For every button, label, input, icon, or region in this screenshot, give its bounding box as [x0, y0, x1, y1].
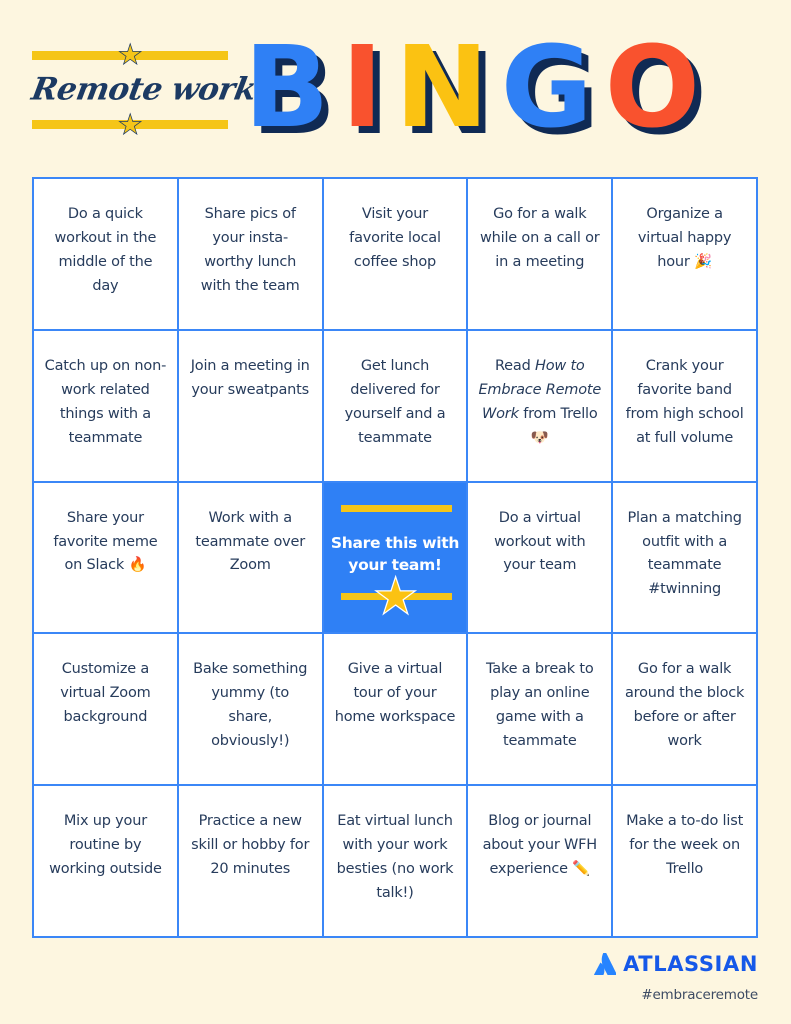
- bingo-cell-r4-c5[interactable]: Go for a walk around the block before or…: [613, 634, 756, 785]
- star-icon-free-space: ★: [374, 570, 418, 623]
- bingo-cell-r2-c4[interactable]: Read How to Embrace Remote Work from Tre…: [468, 330, 612, 481]
- bingo-cell-text: Practice a new skill or hobby for 20 min…: [191, 813, 310, 878]
- bingo-cell-r4-c1[interactable]: Customize a virtual Zoom background: [34, 634, 177, 785]
- bingo-cell-text: Share your favorite meme on Slack 🔥: [53, 509, 158, 574]
- atlassian-wordmark: ATLASSIAN: [623, 952, 758, 976]
- hashtag-label: #embraceremote: [641, 987, 758, 1003]
- bingo-cell-text: Visit your favorite local coffee shop: [349, 206, 441, 270]
- bingo-letter-i: I: [341, 23, 383, 153]
- bingo-letter-n: N: [395, 23, 489, 153]
- bingo-cell-r5-c4[interactable]: Blog or journal about your WFH experienc…: [468, 786, 612, 936]
- bingo-cell-text: Customize a virtual Zoom background: [60, 661, 151, 726]
- bingo-letter-o: O: [604, 23, 700, 153]
- bingo-cell-text: Crank your favorite band from high schoo…: [625, 357, 744, 446]
- bingo-cell-text: Catch up on non-work related things with…: [44, 357, 167, 446]
- bingo-cell-r3-c2[interactable]: Work with a teammate over Zoom: [178, 482, 322, 633]
- bingo-cell-text: Make a to-do list for the week on Trello: [626, 813, 744, 878]
- bingo-cell-text: Get lunch delivered for yourself and a t…: [344, 357, 446, 446]
- bingo-cell-r3-c4[interactable]: Do a virtual workout with your team: [468, 482, 612, 633]
- bingo-wordmark: B I N G O: [244, 23, 700, 153]
- bingo-cell-text: Blog or journal about your WFH experienc…: [482, 813, 598, 878]
- bingo-cell-text: Mix up your routine by working outside: [49, 813, 162, 878]
- bingo-cell-r4-c4[interactable]: Take a break to play an online game with…: [468, 634, 612, 785]
- page-header: ★ ★ Remote work B I N G O: [0, 0, 791, 170]
- bingo-cell-r1-c4[interactable]: Go for a walk while on a call or in a me…: [468, 179, 612, 329]
- bingo-cell-free-space[interactable]: Share this with your team! ★: [323, 482, 467, 633]
- bingo-cell-r1-c1[interactable]: Do a quick workout in the middle of the …: [34, 179, 177, 329]
- atlassian-logo: ATLASSIAN: [498, 952, 758, 976]
- bingo-cell-text: Work with a teammate over Zoom: [195, 509, 305, 574]
- bingo-grid: Do a quick workout in the middle of the …: [32, 177, 758, 938]
- bingo-cell-r2-c3[interactable]: Get lunch delivered for yourself and a t…: [323, 330, 467, 481]
- bingo-cell-text: Join a meeting in your sweatpants: [190, 357, 310, 398]
- bingo-cell-text: Do a virtual workout with your team: [494, 509, 586, 574]
- bingo-cell-text: Share pics of your insta-worthy lunch wi…: [200, 206, 300, 294]
- bingo-cell-text: Eat virtual lunch with your work besties…: [336, 813, 454, 901]
- star-icon-bottom: ★: [118, 111, 142, 139]
- bingo-cell-r5-c1[interactable]: Mix up your routine by working outside: [34, 786, 177, 936]
- bingo-cell-r1-c5[interactable]: Organize a virtual happy hour 🎉: [613, 179, 756, 329]
- bingo-cell-r1-c2[interactable]: Share pics of your insta-worthy lunch wi…: [178, 179, 322, 329]
- free-space-rule-top: [340, 504, 452, 512]
- bingo-cell-r2-c2[interactable]: Join a meeting in your sweatpants: [178, 330, 322, 481]
- bingo-cell-text: Plan a matching outfit with a teammate #…: [627, 509, 742, 598]
- bingo-cell-r4-c2[interactable]: Bake something yummy (to share, obviousl…: [178, 634, 322, 785]
- bingo-cell-text: Do a quick workout in the middle of the …: [54, 206, 157, 294]
- bingo-cell-text: Go for a walk while on a call or in a me…: [480, 206, 600, 270]
- bingo-cell-r3-c5[interactable]: Plan a matching outfit with a teammate #…: [613, 482, 756, 633]
- star-icon-top: ★: [118, 41, 142, 69]
- bingo-cell-r1-c3[interactable]: Visit your favorite local coffee shop: [323, 179, 467, 329]
- bingo-letter-b: B: [244, 23, 329, 153]
- bingo-cell-r5-c3[interactable]: Eat virtual lunch with your work besties…: [323, 786, 467, 936]
- bingo-cell-r3-c1[interactable]: Share your favorite meme on Slack 🔥: [34, 482, 177, 633]
- bingo-cell-r2-c1[interactable]: Catch up on non-work related things with…: [34, 330, 177, 481]
- bingo-cell-text: Take a break to play an online game with…: [486, 661, 594, 750]
- free-space-inner: Share this with your team! ★: [324, 483, 467, 633]
- page-title: Remote work: [28, 71, 259, 108]
- atlassian-mark-icon: [594, 953, 617, 975]
- bingo-cell-text: Read How to Embrace Remote Work from Tre…: [478, 357, 602, 446]
- bingo-letter-g: G: [500, 23, 593, 153]
- bingo-cell-text: Bake something yummy (to share, obviousl…: [193, 661, 308, 750]
- bingo-cell-text: Go for a walk around the block before or…: [624, 661, 745, 750]
- bingo-cell-r2-c5[interactable]: Crank your favorite band from high schoo…: [613, 330, 756, 481]
- bingo-cell-r4-c3[interactable]: Give a virtual tour of your home workspa…: [323, 634, 467, 785]
- page-footer: ATLASSIAN #embraceremote: [498, 952, 758, 1003]
- bingo-cell-r5-c5[interactable]: Make a to-do list for the week on Trello: [613, 786, 756, 936]
- remote-work-script-title-block: ★ ★ Remote work: [28, 41, 259, 139]
- bingo-cell-r5-c2[interactable]: Practice a new skill or hobby for 20 min…: [178, 786, 322, 936]
- bingo-cell-text: Organize a virtual happy hour 🎉: [637, 206, 732, 270]
- bingo-cell-text: Give a virtual tour of your home workspa…: [334, 661, 456, 726]
